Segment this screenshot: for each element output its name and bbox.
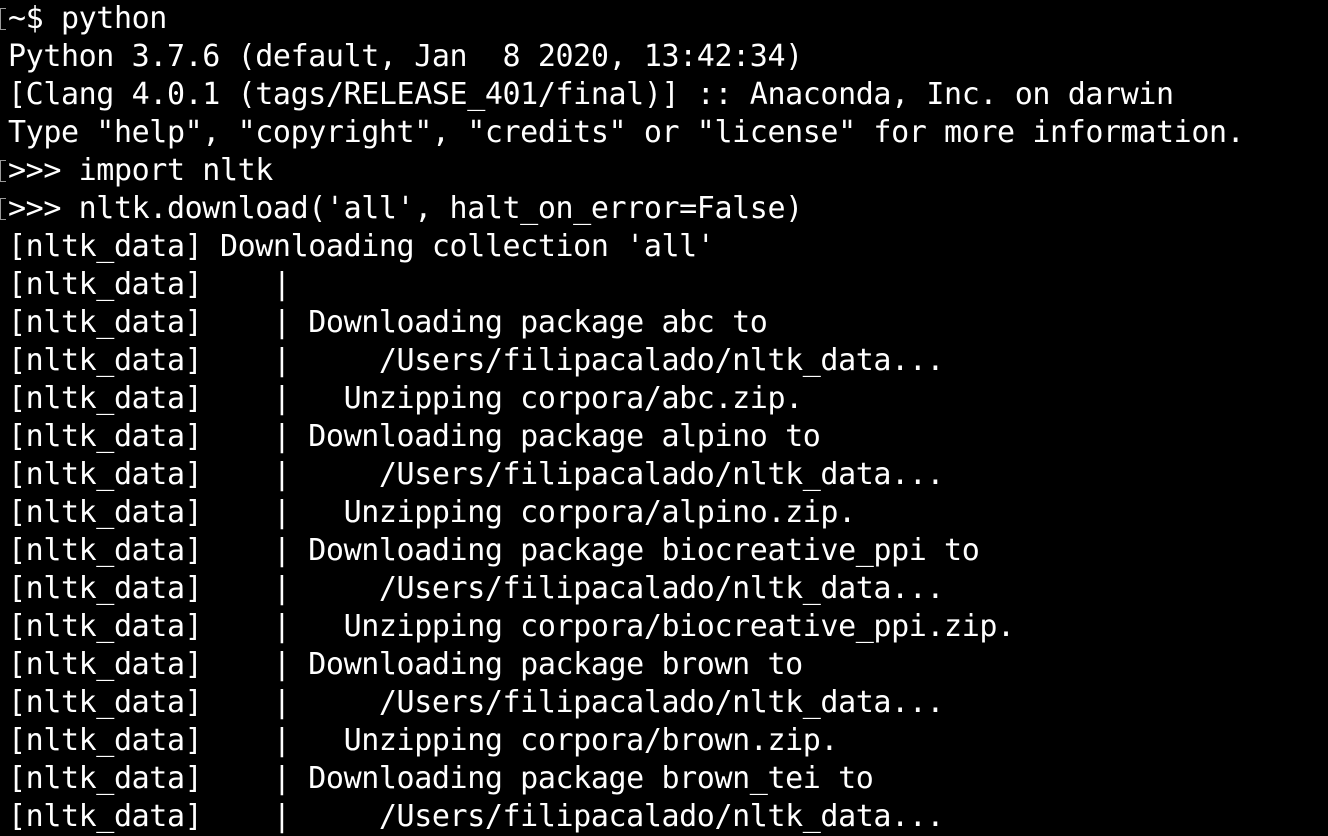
output-line: [nltk_data] | Downloading package biocre… bbox=[8, 533, 980, 568]
repl-input-line: >>> import nltk bbox=[8, 153, 273, 188]
prompt-mark-icon bbox=[0, 160, 6, 182]
python-build-line: [Clang 4.0.1 (tags/RELEASE_401/final)] :… bbox=[8, 77, 1174, 112]
output-line: [nltk_data] | /Users/filipacalado/nltk_d… bbox=[8, 799, 945, 834]
output-line: [nltk_data] | bbox=[8, 267, 291, 302]
output-line: [nltk_data] | Downloading package alpino… bbox=[8, 419, 821, 454]
output-line: [nltk_data] | Unzipping corpora/abc.zip. bbox=[8, 381, 803, 416]
python-help-line: Type "help", "copyright", "credits" or "… bbox=[8, 115, 1245, 150]
output-line: [nltk_data] | /Users/filipacalado/nltk_d… bbox=[8, 457, 945, 492]
output-line: [nltk_data] | Downloading package brown_… bbox=[8, 761, 874, 796]
output-line: [nltk_data] Downloading collection 'all' bbox=[8, 229, 715, 264]
output-line: [nltk_data] | Unzipping corpora/brown.zi… bbox=[8, 723, 839, 758]
shell-prompt-line: ~$ python bbox=[8, 1, 167, 36]
output-line: [nltk_data] | Downloading package abc to bbox=[8, 305, 768, 340]
prompt-mark-icon bbox=[0, 8, 6, 30]
repl-input-line: >>> nltk.download('all', halt_on_error=F… bbox=[8, 191, 803, 226]
terminal-window[interactable]: ~$ python Python 3.7.6 (default, Jan 8 2… bbox=[0, 0, 1328, 836]
output-line: [nltk_data] | Downloading package brown … bbox=[8, 647, 803, 682]
output-line: [nltk_data] | /Users/filipacalado/nltk_d… bbox=[8, 343, 945, 378]
output-line: [nltk_data] | Unzipping corpora/biocreat… bbox=[8, 609, 1015, 644]
python-version-line: Python 3.7.6 (default, Jan 8 2020, 13:42… bbox=[8, 39, 803, 74]
output-line: [nltk_data] | /Users/filipacalado/nltk_d… bbox=[8, 571, 945, 606]
prompt-mark-icon bbox=[0, 198, 6, 220]
output-line: [nltk_data] | Unzipping corpora/alpino.z… bbox=[8, 495, 856, 530]
output-line: [nltk_data] | /Users/filipacalado/nltk_d… bbox=[8, 685, 945, 720]
